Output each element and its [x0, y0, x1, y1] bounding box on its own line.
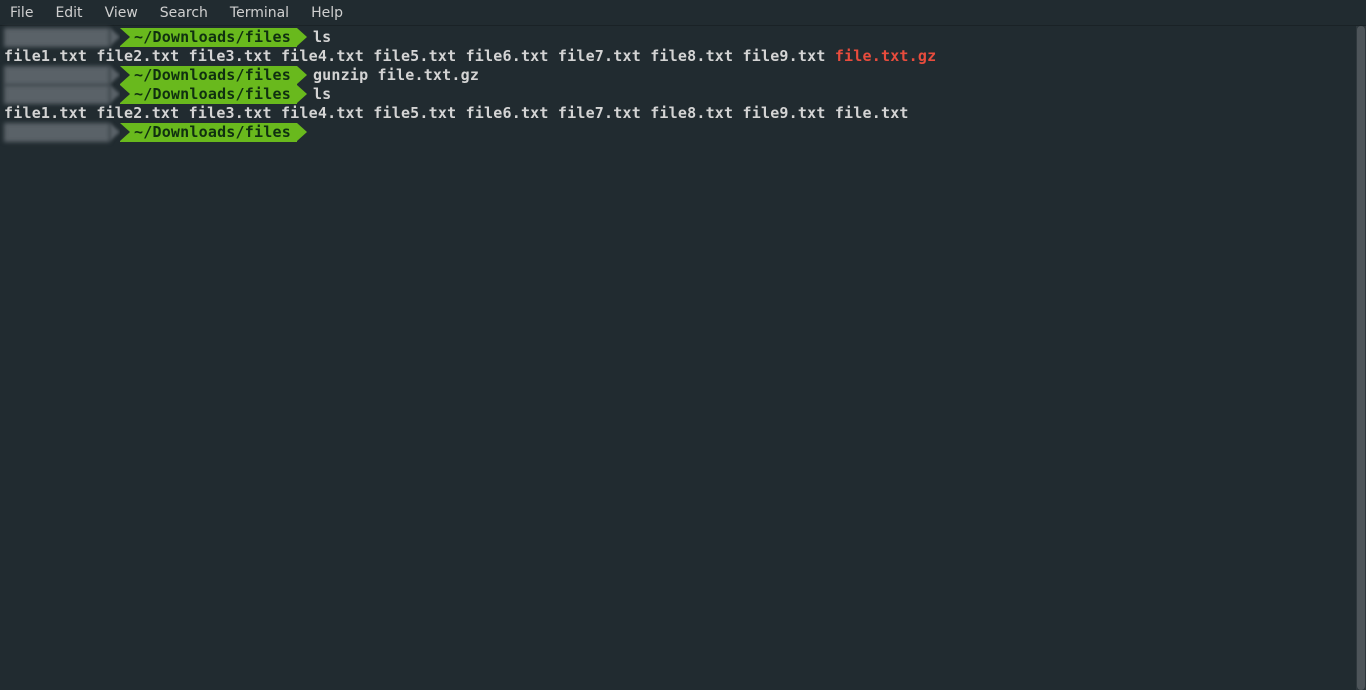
prompt-path: ~/Downloads/files	[120, 28, 297, 47]
ls-output: file1.txt file2.txt file3.txt file4.txt …	[4, 104, 1366, 123]
file-entry: file6.txt	[466, 104, 549, 122]
menu-search[interactable]: Search	[150, 3, 218, 23]
prompt-user	[4, 123, 110, 142]
menu-terminal[interactable]: Terminal	[220, 3, 299, 23]
file-entry: file1.txt	[4, 47, 87, 65]
prompt-user	[4, 28, 110, 47]
prompt-line: ~/Downloads/files	[4, 123, 1366, 142]
file-entry: file2.txt	[96, 47, 179, 65]
prompt-line: ~/Downloads/files ls	[4, 28, 1366, 47]
file-entry: file5.txt	[373, 47, 456, 65]
file-entry: file5.txt	[373, 104, 456, 122]
prompt-line: ~/Downloads/files gunzip file.txt.gz	[4, 66, 1366, 85]
menu-edit[interactable]: Edit	[45, 3, 92, 23]
scrollbar-thumb[interactable]	[1357, 26, 1365, 690]
file-entry: file8.txt	[650, 47, 733, 65]
menu-file[interactable]: File	[8, 3, 43, 23]
prompt-line: ~/Downloads/files ls	[4, 85, 1366, 104]
file-entry: file1.txt	[4, 104, 87, 122]
file-entry: file2.txt	[96, 104, 179, 122]
scrollbar[interactable]	[1356, 26, 1366, 690]
prompt-path: ~/Downloads/files	[120, 123, 297, 142]
file-entry: file9.txt	[743, 47, 826, 65]
file-entry: file7.txt	[558, 104, 641, 122]
menu-help[interactable]: Help	[301, 3, 353, 23]
prompt-path: ~/Downloads/files	[120, 66, 297, 85]
command-text: ls	[313, 85, 331, 104]
ls-output: file1.txt file2.txt file3.txt file4.txt …	[4, 47, 1366, 66]
file-entry: file4.txt	[281, 104, 364, 122]
terminal-area[interactable]: ~/Downloads/fileslsfile1.txt file2.txt f…	[0, 26, 1366, 142]
menu-view[interactable]: View	[95, 3, 148, 23]
file-entry: file7.txt	[558, 47, 641, 65]
prompt-user	[4, 85, 110, 104]
command-text: gunzip file.txt.gz	[313, 66, 479, 85]
file-entry: file8.txt	[650, 104, 733, 122]
file-entry: file3.txt	[189, 47, 272, 65]
file-entry: file.txt	[835, 104, 909, 122]
file-entry: file9.txt	[743, 104, 826, 122]
menubar: File Edit View Search Terminal Help	[0, 0, 1366, 26]
prompt-user	[4, 66, 110, 85]
prompt-path: ~/Downloads/files	[120, 85, 297, 104]
file-entry: file4.txt	[281, 47, 364, 65]
command-text: ls	[313, 28, 331, 47]
file-entry: file3.txt	[189, 104, 272, 122]
file-entry: file6.txt	[466, 47, 549, 65]
file-entry: file.txt.gz	[835, 47, 937, 65]
